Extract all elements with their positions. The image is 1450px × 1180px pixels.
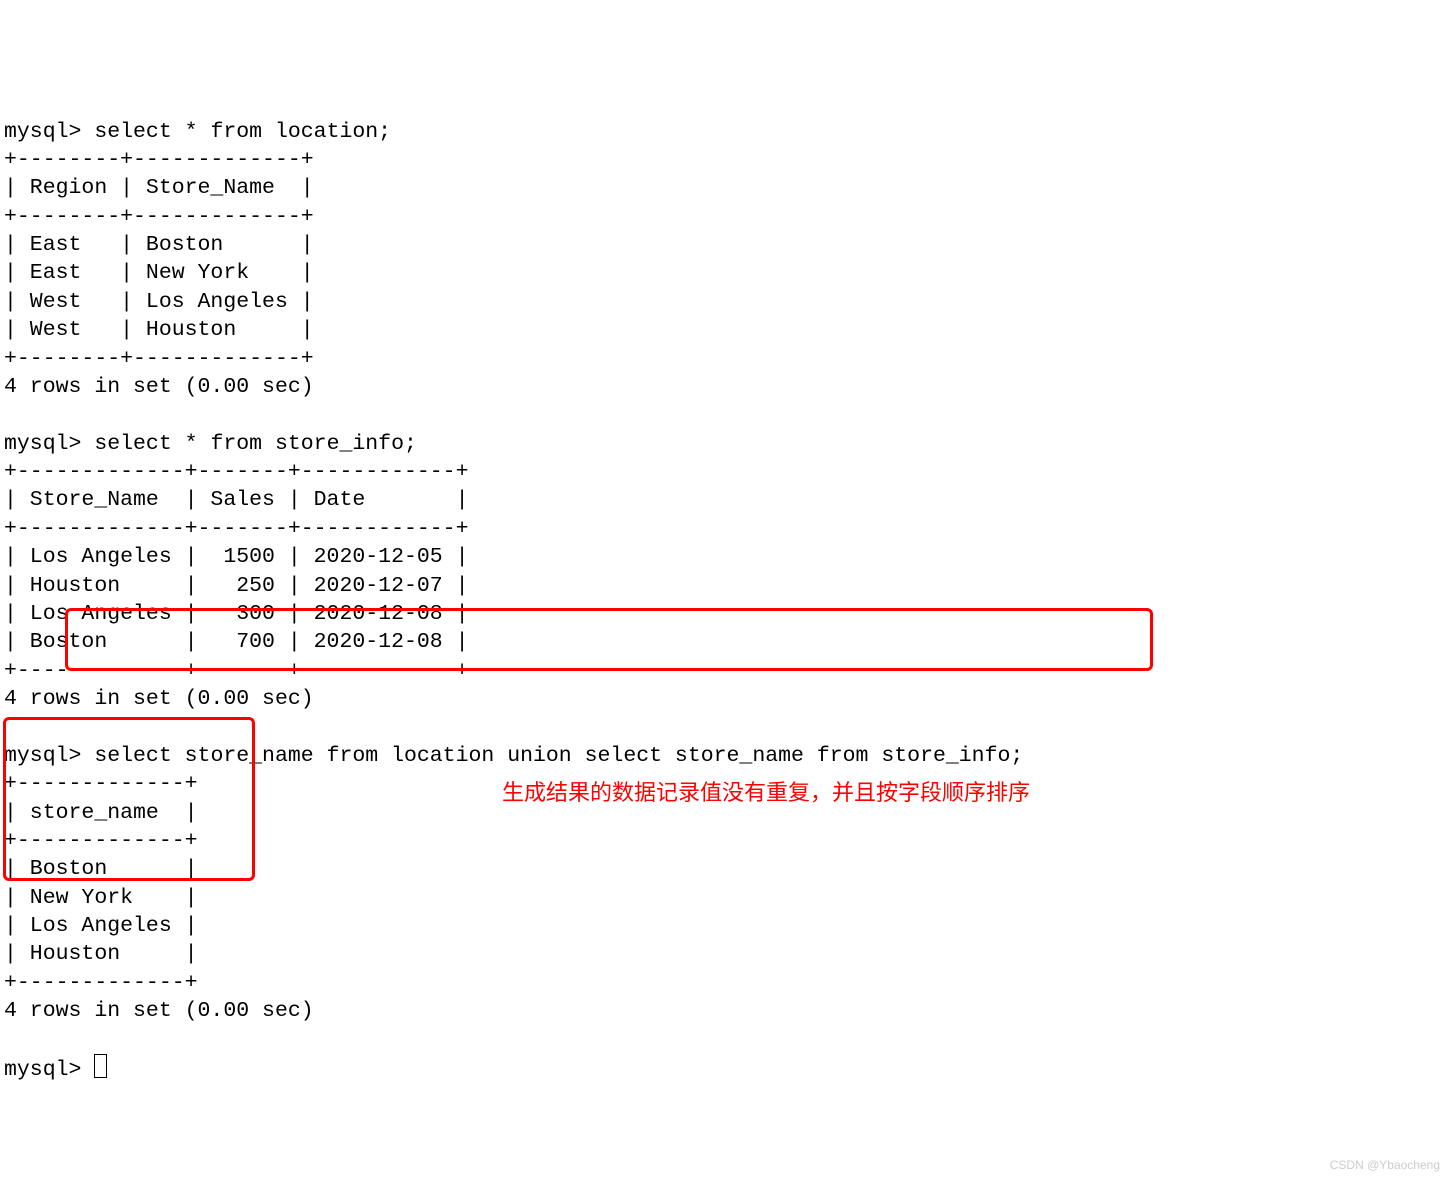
query-2: select * from store_info; <box>94 432 417 456</box>
annotation-text: 生成结果的数据记录值没有重复，并且按字段顺序排序 <box>502 778 1030 807</box>
table-border: +--------+-------------+ <box>4 205 314 229</box>
cursor-icon[interactable] <box>94 1054 107 1078</box>
table-row: | East | New York | <box>4 261 314 285</box>
table-header: | Region | Store_Name | <box>4 176 314 200</box>
table-border: +--------+-------------+ <box>4 347 314 371</box>
result-footer: 4 rows in set (0.00 sec) <box>4 375 314 399</box>
prompt: mysql> <box>4 432 94 456</box>
table-border: +-------------+ <box>4 772 198 796</box>
result-footer: 4 rows in set (0.00 sec) <box>4 999 314 1023</box>
table-row: | Boston | 700 | 2020-12-08 | <box>4 630 468 654</box>
table-row: | Boston | <box>4 857 198 881</box>
table-border: +-------------+ <box>4 971 198 995</box>
table-row: | Los Angeles | 300 | 2020-12-08 | <box>4 602 468 626</box>
table-border: +-------------+ <box>4 829 198 853</box>
table-row: | East | Boston | <box>4 233 314 257</box>
result-footer: 4 rows in set (0.00 sec) <box>4 687 314 711</box>
table-row: | New York | <box>4 886 198 910</box>
watermark: CSDN @Ybaocheng <box>1330 1158 1440 1174</box>
prompt: mysql> <box>4 120 94 144</box>
table-row: | West | Los Angeles | <box>4 290 314 314</box>
prompt: mysql> <box>4 1058 94 1082</box>
table-row: | West | Houston | <box>4 318 314 342</box>
table-border: +-------------+-------+------------+ <box>4 517 468 541</box>
table-row: | Houston | <box>4 942 198 966</box>
table-row: | Houston | 250 | 2020-12-07 | <box>4 574 468 598</box>
table-header: | store_name | <box>4 801 198 825</box>
query-1: select * from location; <box>94 120 391 144</box>
table-row: | Los Angeles | <box>4 914 198 938</box>
prompt: mysql> <box>4 744 94 768</box>
table-border: +-------------+-------+------------+ <box>4 659 468 683</box>
table-header: | Store_Name | Sales | Date | <box>4 488 468 512</box>
query-3: select store_name from location union se… <box>94 744 1023 768</box>
table-border: +-------------+-------+------------+ <box>4 460 468 484</box>
terminal-output: mysql> select * from location; +--------… <box>4 120 1023 1082</box>
table-row: | Los Angeles | 1500 | 2020-12-05 | <box>4 545 468 569</box>
table-border: +--------+-------------+ <box>4 148 314 172</box>
